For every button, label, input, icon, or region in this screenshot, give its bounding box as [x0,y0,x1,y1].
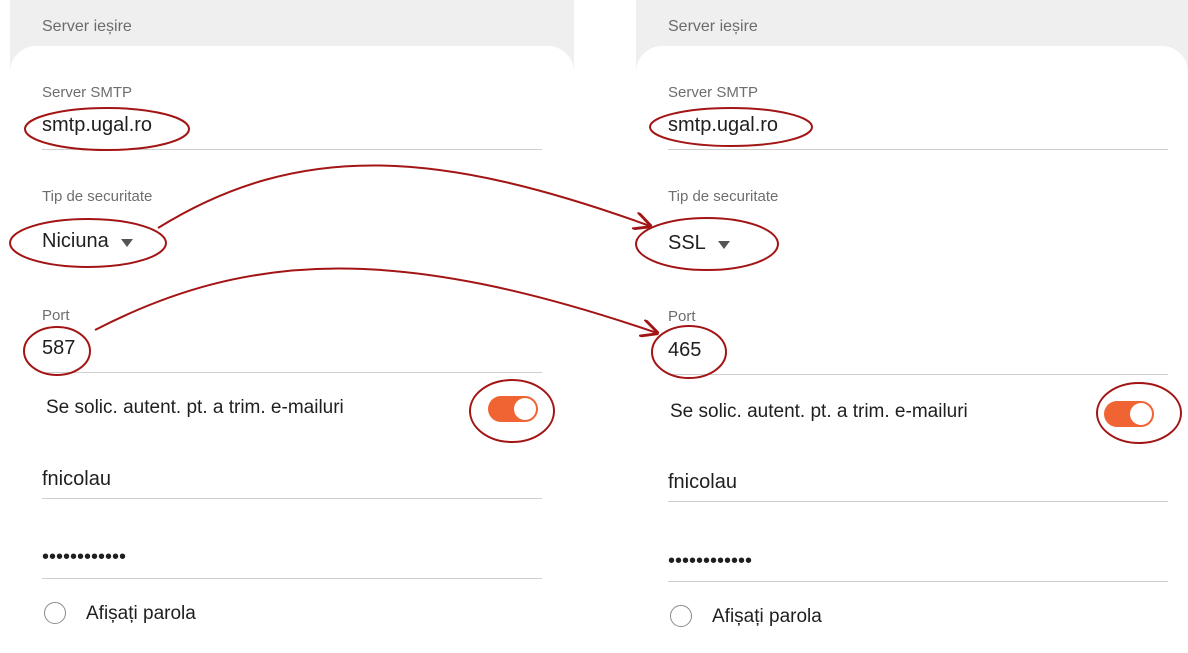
auth-required-toggle[interactable] [488,396,538,422]
port-divider [42,372,542,373]
show-password-label[interactable]: Afișați parola [712,606,822,628]
smtp-server-input[interactable]: smtp.ugal.ro [668,114,778,137]
port-input[interactable]: 587 [42,337,75,360]
section-title: Server ieșire [668,18,758,35]
smtp-server-label: Server SMTP [668,84,759,101]
username-divider [42,498,542,499]
security-type-value: Niciuna [42,230,109,252]
password-input[interactable]: •••••••••••• [668,550,752,573]
smtp-server-input[interactable]: smtp.ugal.ro [42,114,152,137]
show-password-label[interactable]: Afișați parola [86,603,196,625]
username-input[interactable]: fnicolau [42,468,111,491]
show-password-radio[interactable] [670,605,692,627]
security-type-label: Tip de securitate [42,188,153,205]
section-title: Server ieșire [42,18,132,35]
port-input[interactable]: 465 [668,339,701,362]
show-password-radio[interactable] [44,602,66,624]
auth-required-label: Se solic. autent. pt. a trim. e-mailuri [46,397,344,418]
auth-required-toggle[interactable] [1104,401,1154,427]
chevron-down-icon [717,240,730,249]
auth-required-label: Se solic. autent. pt. a trim. e-mailuri [670,401,968,422]
chevron-down-icon [120,238,133,247]
username-divider [668,501,1168,502]
security-type-value: SSL [668,232,706,254]
right-settings-panel: Server ieșire Server SMTP smtp.ugal.ro T… [636,0,1188,653]
password-divider [42,578,542,579]
security-type-dropdown[interactable]: SSL [668,232,730,255]
password-divider [668,581,1168,582]
toggle-knob [1130,403,1152,425]
security-type-dropdown[interactable]: Niciuna [42,230,133,253]
password-input[interactable]: •••••••••••• [42,546,126,569]
toggle-knob [514,398,536,420]
left-settings-panel: Server ieșire Server SMTP smtp.ugal.ro T… [10,0,574,653]
port-label: Port [668,308,696,325]
smtp-server-label: Server SMTP [42,84,133,101]
smtp-divider [668,149,1168,150]
settings-card: Server SMTP smtp.ugal.ro Tip de securita… [636,46,1188,653]
port-label: Port [42,307,70,324]
settings-card: Server SMTP smtp.ugal.ro Tip de securita… [10,46,574,653]
port-divider [668,374,1168,375]
smtp-divider [42,149,542,150]
security-type-label: Tip de securitate [668,188,779,205]
username-input[interactable]: fnicolau [668,471,737,494]
